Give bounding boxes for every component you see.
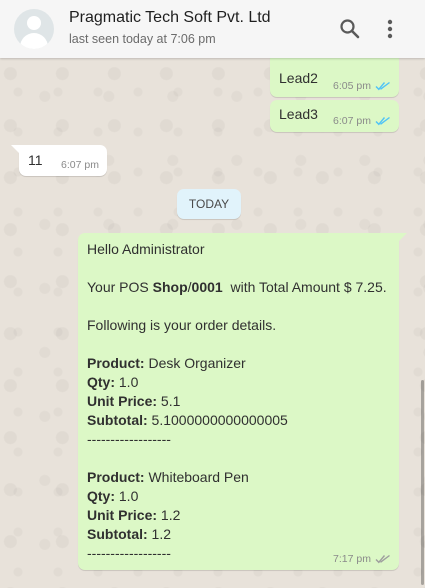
product-value: Whiteboard Pen xyxy=(144,469,249,485)
qty-label: Qty: xyxy=(87,488,115,504)
qty-line: Qty: 1.0 xyxy=(87,373,390,392)
divider-line: ------------------ xyxy=(87,431,171,447)
subtotal-value: 1.2 xyxy=(147,526,172,542)
product-line: Product: Desk Organizer xyxy=(87,354,390,373)
message-text: Lead2 xyxy=(279,70,318,86)
double-check-icon xyxy=(375,554,390,564)
pos-prefix: Your POS xyxy=(87,279,153,295)
product-line: Product: Whiteboard Pen xyxy=(87,468,390,487)
qty-value: 1.0 xyxy=(115,374,139,390)
price-label: Unit Price: xyxy=(87,507,158,523)
subtotal-label: Subtotal: xyxy=(87,412,148,428)
message-meta: 6:05 pm xyxy=(333,80,391,92)
product-value: Desk Organizer xyxy=(144,355,246,371)
search-icon xyxy=(340,19,360,39)
date-separator: TODAY xyxy=(177,189,241,219)
message-time: 6:05 pm xyxy=(333,80,371,92)
avatar[interactable] xyxy=(14,9,54,49)
chat-header: Pragmatic Tech Soft Pvt. Ltd last seen t… xyxy=(0,0,425,58)
price-value: 5.1 xyxy=(157,393,181,409)
chat-scrollbar[interactable] xyxy=(421,380,424,585)
order-item: Product: Desk Organizer Qty: 1.0 Unit Pr… xyxy=(87,354,390,449)
message-text: Lead3 xyxy=(279,106,318,122)
price-value: 1.2 xyxy=(157,507,181,523)
more-vert-icon xyxy=(387,19,393,39)
order-message-bubble[interactable]: Hello Administrator Your POS Shop/0001 w… xyxy=(78,233,407,570)
price-line: Unit Price: 1.2 xyxy=(87,506,390,525)
more-options-button[interactable] xyxy=(378,17,402,41)
pos-suffix: with Total Amount $ 7.25. xyxy=(222,279,387,295)
double-check-icon xyxy=(375,81,390,91)
message-meta: 7:17 pm xyxy=(333,553,391,565)
message-meta: 6:07 pm xyxy=(333,115,391,127)
pos-line: Your POS Shop/0001 with Total Amount $ 7… xyxy=(87,278,390,297)
price-label: Unit Price: xyxy=(87,393,158,409)
message-time: 6:07 pm xyxy=(333,115,371,127)
pos-shop: Shop xyxy=(152,279,188,295)
message-time: 6:07 pm xyxy=(61,159,99,171)
product-label: Product: xyxy=(87,469,145,485)
details-intro: Following is your order details. xyxy=(87,317,277,333)
price-line: Unit Price: 5.1 xyxy=(87,392,390,411)
message-meta: 6:07 pm xyxy=(61,159,99,171)
message-text: 11 xyxy=(28,152,43,168)
pos-number: 0001 xyxy=(191,279,223,295)
message-bubble-outgoing[interactable]: Lead3 6:07 pm xyxy=(270,100,399,132)
subtotal-label: Subtotal: xyxy=(87,526,148,542)
qty-label: Qty: xyxy=(87,374,115,390)
message-bubble-incoming[interactable]: 11 6:07 pm xyxy=(11,145,107,176)
message-time: 7:17 pm xyxy=(333,553,371,565)
order-item: Product: Whiteboard Pen Qty: 1.0 Unit Pr… xyxy=(87,468,390,563)
subtotal-line: Subtotal: 1.2 xyxy=(87,525,390,544)
bubble-tail xyxy=(11,145,21,155)
product-label: Product: xyxy=(87,355,145,371)
avatar-head-shape xyxy=(27,16,41,30)
message-bubble-outgoing[interactable]: Lead2 6:05 pm xyxy=(270,52,399,97)
last-seen-status: last seen today at 7:06 pm xyxy=(69,32,216,46)
subtotal-value: 5.1000000000000005 xyxy=(147,412,288,428)
qty-value: 1.0 xyxy=(115,488,139,504)
bubble-tail xyxy=(397,233,407,243)
avatar-body-shape xyxy=(20,33,48,49)
qty-line: Qty: 1.0 xyxy=(87,487,390,506)
greeting-line: Hello Administrator xyxy=(87,241,205,257)
contact-name[interactable]: Pragmatic Tech Soft Pvt. Ltd xyxy=(69,9,271,27)
subtotal-line: Subtotal: 5.1000000000000005 xyxy=(87,411,390,430)
search-button[interactable] xyxy=(338,17,362,41)
double-check-icon xyxy=(375,116,390,126)
